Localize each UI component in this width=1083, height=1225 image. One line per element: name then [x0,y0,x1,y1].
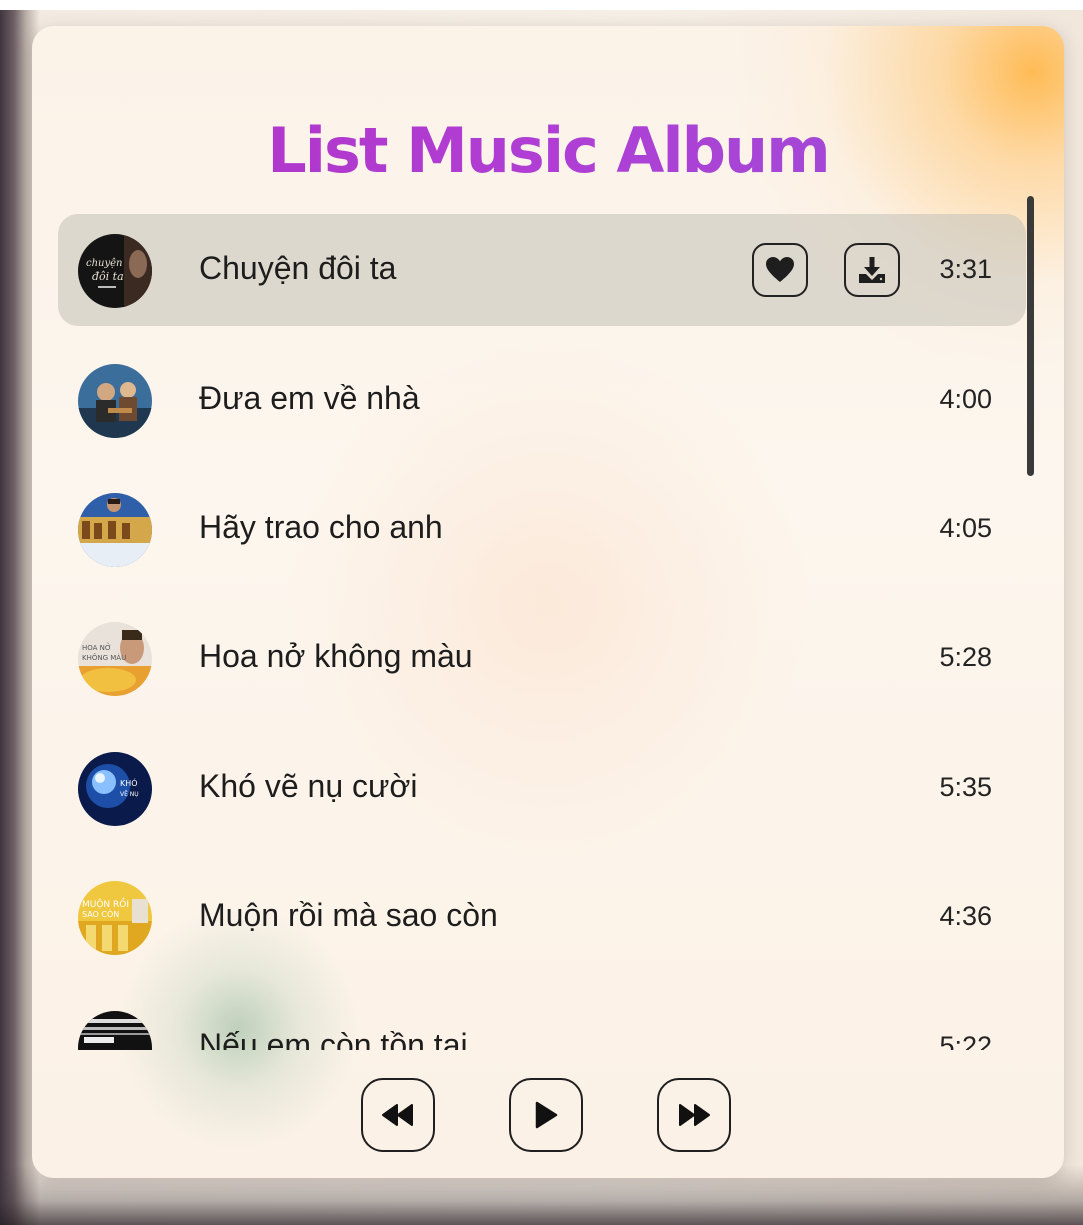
song-duration: 3:31 [939,254,992,284]
song-title: Nếu em còn tồn tại [199,1027,468,1050]
favorite-button[interactable] [752,243,808,297]
song-row[interactable]: Nếu em còn tồn tại 5:22 [58,991,1026,1050]
play-button[interactable] [509,1078,583,1152]
download-button[interactable] [844,243,900,297]
song-duration: 4:00 [939,384,992,414]
svg-text:KHÔNG MÀU: KHÔNG MÀU [82,653,126,662]
window-top-edge [0,0,1083,10]
song-row[interactable]: Đưa em về nhà 4:00 [58,344,1026,456]
album-cover: HOA NỞ KHÔNG MÀU [78,622,152,696]
download-icon [859,257,885,283]
svg-text:SAO CÒN: SAO CÒN [82,908,119,919]
song-duration: 4:36 [939,901,992,931]
album-cover [78,493,152,567]
list-scrollbar[interactable] [1027,196,1034,476]
song-duration: 5:28 [939,642,992,672]
song-row[interactable]: chuyện đôi ta Chuyện đôi ta 3:31 [58,214,1026,326]
svg-text:VẼ NỤ: VẼ NỤ [120,791,139,798]
album-cover [78,364,152,438]
album-cover: KHÓ VẼ NỤ [78,752,152,826]
song-duration: 5:22 [939,1031,992,1050]
svg-text:chuyện: chuyện [86,258,123,269]
fast-forward-icon [679,1104,710,1126]
song-title: Hãy trao cho anh [199,509,443,545]
song-title: Muộn rồi mà sao còn [199,897,498,933]
svg-text:đôi ta: đôi ta [92,270,124,283]
album-cover: MUỘN RỒI SAO CÒN [78,881,152,955]
song-title: Đưa em về nhà [199,380,420,416]
album-cover: chuyện đôi ta [78,234,152,308]
song-row[interactable]: HOA NỞ KHÔNG MÀU Hoa nở không màu 5:28 [58,602,1026,714]
previous-button[interactable] [361,1078,435,1152]
song-list[interactable]: chuyện đôi ta Chuyện đôi ta 3:31 Đưa em … [58,214,1028,1050]
song-duration: 5:35 [939,772,992,802]
song-title: Hoa nở không màu [199,638,473,674]
song-row[interactable]: Hãy trao cho anh 4:05 [58,473,1026,585]
next-button[interactable] [657,1078,731,1152]
music-album-card: List Music Album chuyện đôi ta Chuyện đô… [32,26,1064,1178]
page-title: List Music Album [32,114,1064,187]
song-row[interactable]: KHÓ VẼ NỤ Khó vẽ nụ cười 5:35 [58,732,1026,844]
heart-icon [766,257,794,282]
song-title: Khó vẽ nụ cười [199,768,418,804]
album-cover [78,1011,152,1050]
play-icon [535,1101,558,1129]
song-duration: 4:05 [939,513,992,543]
song-title: Chuyện đôi ta [199,250,397,286]
svg-text:HOA NỞ: HOA NỞ [82,642,111,652]
svg-text:KHÓ: KHÓ [120,777,138,788]
rewind-icon [382,1104,413,1126]
song-row[interactable]: MUỘN RỒI SAO CÒN Muộn rồi mà sao còn 4:3… [58,861,1026,973]
